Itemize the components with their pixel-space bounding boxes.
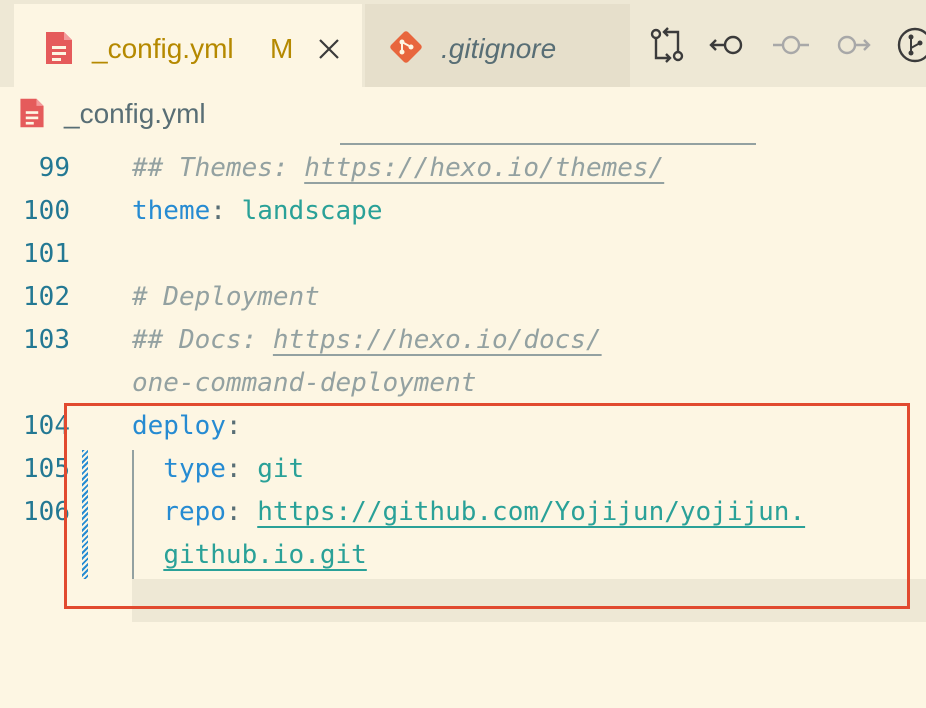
breadcrumb-file[interactable]: _config.yml: [64, 97, 206, 131]
scrolled-line-fragment: [340, 139, 756, 145]
compare-changes-icon[interactable]: [646, 24, 688, 66]
line-number: 106: [23, 497, 70, 527]
line-number: 100: [23, 196, 70, 226]
tab-config-yml[interactable]: _config.yml M: [14, 4, 362, 87]
line-number: 105: [23, 454, 70, 484]
line-number: 103: [23, 325, 70, 355]
code-line[interactable]: one-command-deployment: [132, 362, 476, 405]
line-number: 101: [23, 239, 70, 269]
code-link[interactable]: https://hexo.io/themes/: [304, 153, 664, 183]
yaml-file-icon: [20, 98, 44, 128]
modified-badge: M: [270, 33, 294, 64]
code-line[interactable]: # Deployment: [132, 276, 320, 319]
code-token: theme: [132, 196, 211, 226]
highlight-annotation-box: [64, 403, 910, 609]
tab-gitignore[interactable]: .gitignore: [365, 4, 630, 87]
go-to-next-change-icon[interactable]: [832, 24, 874, 66]
code-token: ## Docs:: [132, 325, 273, 355]
code-line[interactable]: ## Themes: https://hexo.io/themes/: [132, 147, 664, 190]
line-number: 102: [23, 282, 70, 312]
breadcrumb: _config.yml: [0, 87, 926, 139]
line-number: 99: [38, 153, 70, 183]
code-token: :: [210, 196, 242, 226]
tab-label: .gitignore: [441, 33, 557, 64]
code-token: landscape: [241, 196, 383, 226]
go-to-previous-change-icon[interactable]: [706, 24, 748, 66]
tab-bar: _config.yml M .gitignore: [0, 0, 926, 87]
git-branch-icon[interactable]: [894, 24, 926, 66]
tab-label: _config.yml: [92, 33, 234, 64]
code-line[interactable]: ## Docs: https://hexo.io/docs/: [132, 319, 602, 362]
line-number: 104: [23, 411, 70, 441]
code-token: # Deployment: [132, 282, 320, 312]
git-commit-icon[interactable]: [770, 24, 812, 66]
code-link[interactable]: https://hexo.io/docs/: [273, 325, 602, 355]
yaml-file-icon: [46, 32, 72, 64]
code-line[interactable]: theme: landscape: [132, 190, 382, 233]
code-token: ## Themes:: [132, 153, 305, 183]
code-token: one-command-deployment: [132, 368, 477, 398]
close-icon[interactable]: [316, 36, 342, 62]
git-icon: [390, 31, 422, 63]
